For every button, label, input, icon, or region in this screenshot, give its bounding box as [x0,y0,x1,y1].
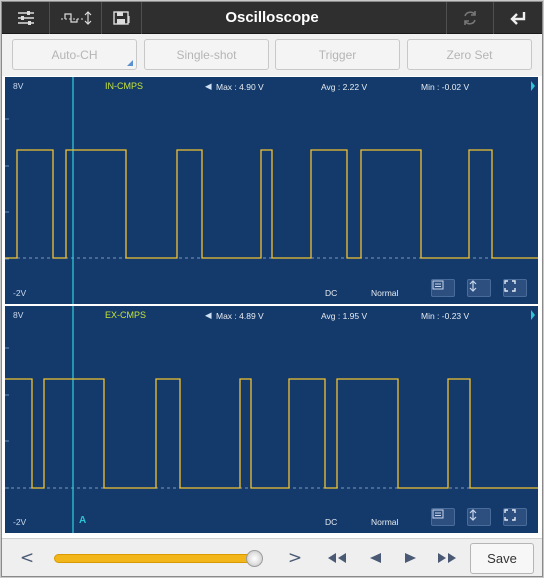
signal-trace [5,149,538,259]
channel-name: IN-CMPS [105,81,143,91]
scale-bottom-label: -2V [13,288,27,298]
trigger-mode-label: Normal [371,288,399,298]
y-axis-ticks [5,347,9,489]
vertical-scale-button[interactable] [467,279,491,297]
expand-icon [504,280,516,292]
fullscreen-button[interactable] [503,508,527,526]
prev-page-button[interactable]: < [14,539,40,576]
channel-name: EX-CMPS [105,310,147,320]
step-forward-icon[interactable] [396,539,426,576]
back-arrow-icon[interactable] [494,2,542,34]
app-title: Oscilloscope [225,9,319,26]
vertical-arrows-icon [469,509,477,521]
coupling-label: DC [325,288,338,298]
y-axis-ticks [5,118,9,260]
channel-panel-ex-cmps[interactable]: 8V EX-CMPS ◀ Max : 4.89 V Avg : 1.95 V M… [5,306,538,533]
trigger-mode-label: Normal [371,517,399,527]
single-shot-label: Single-shot [176,47,237,62]
timeline-slider-track[interactable] [54,554,262,563]
waveform-scale-icon[interactable] [50,2,102,34]
fast-forward-icon[interactable] [432,539,462,576]
next-page-button[interactable]: > [282,539,308,576]
trigger-label: Trigger [318,47,357,62]
scale-top-label: 8V [13,310,24,320]
save-record-icon[interactable] [102,2,142,34]
dropdown-corner-icon [127,60,133,66]
scale-top-label: 8V [13,81,24,91]
list-icon [432,509,444,519]
fast-rewind-icon[interactable] [322,539,352,576]
waveform-plot-ex-cmps [5,306,538,533]
zero-set-button[interactable]: Zero Set [407,39,532,70]
scale-bottom-label: -2V [13,517,27,527]
auto-ch-button[interactable]: Auto-CH [12,39,137,70]
panel-menu-button[interactable] [431,508,455,526]
vertical-arrows-icon [469,280,477,292]
step-back-icon[interactable] [360,539,390,576]
avg-readout: Avg : 1.95 V [321,311,368,321]
auto-ch-label: Auto-CH [51,47,98,62]
min-readout: Min : -0.23 V [421,311,470,321]
max-readout: Max : 4.90 V [216,82,264,92]
expand-icon [504,509,516,521]
control-button-row: Auto-CH Single-shot Trigger Zero Set [2,34,542,76]
playback-bar: < > Save [2,538,542,576]
timeline-slider-knob[interactable] [245,550,263,567]
cursor-a-label[interactable]: A [79,515,86,526]
fullscreen-button[interactable] [503,279,527,297]
signal-trace [5,378,538,489]
vertical-scale-button[interactable] [467,508,491,526]
settings-sliders-icon[interactable] [2,2,50,34]
min-readout: Min : -0.02 V [421,82,470,92]
trigger-button[interactable]: Trigger [275,39,400,70]
channel-panel-in-cmps[interactable]: 8V IN-CMPS ◀ Max : 4.90 V Avg : 2.22 V M… [5,77,538,304]
waveform-plot-in-cmps [5,77,538,304]
caret-left-icon: ◀ [205,310,212,320]
refresh-icon[interactable] [446,2,494,34]
right-marker-icon [531,81,535,91]
max-readout: Max : 4.89 V [216,311,264,321]
save-button[interactable]: Save [470,543,534,574]
top-bar: Oscilloscope [2,2,542,34]
panel-menu-button[interactable] [431,279,455,297]
avg-readout: Avg : 2.22 V [321,82,368,92]
list-icon [432,280,444,290]
zero-set-label: Zero Set [446,47,493,62]
caret-left-icon: ◀ [205,81,212,91]
right-marker-icon [531,310,535,320]
oscilloscope-window: Oscilloscope Auto-CH Single-shot Trigger… [1,1,543,577]
coupling-label: DC [325,517,338,527]
single-shot-button[interactable]: Single-shot [144,39,269,70]
